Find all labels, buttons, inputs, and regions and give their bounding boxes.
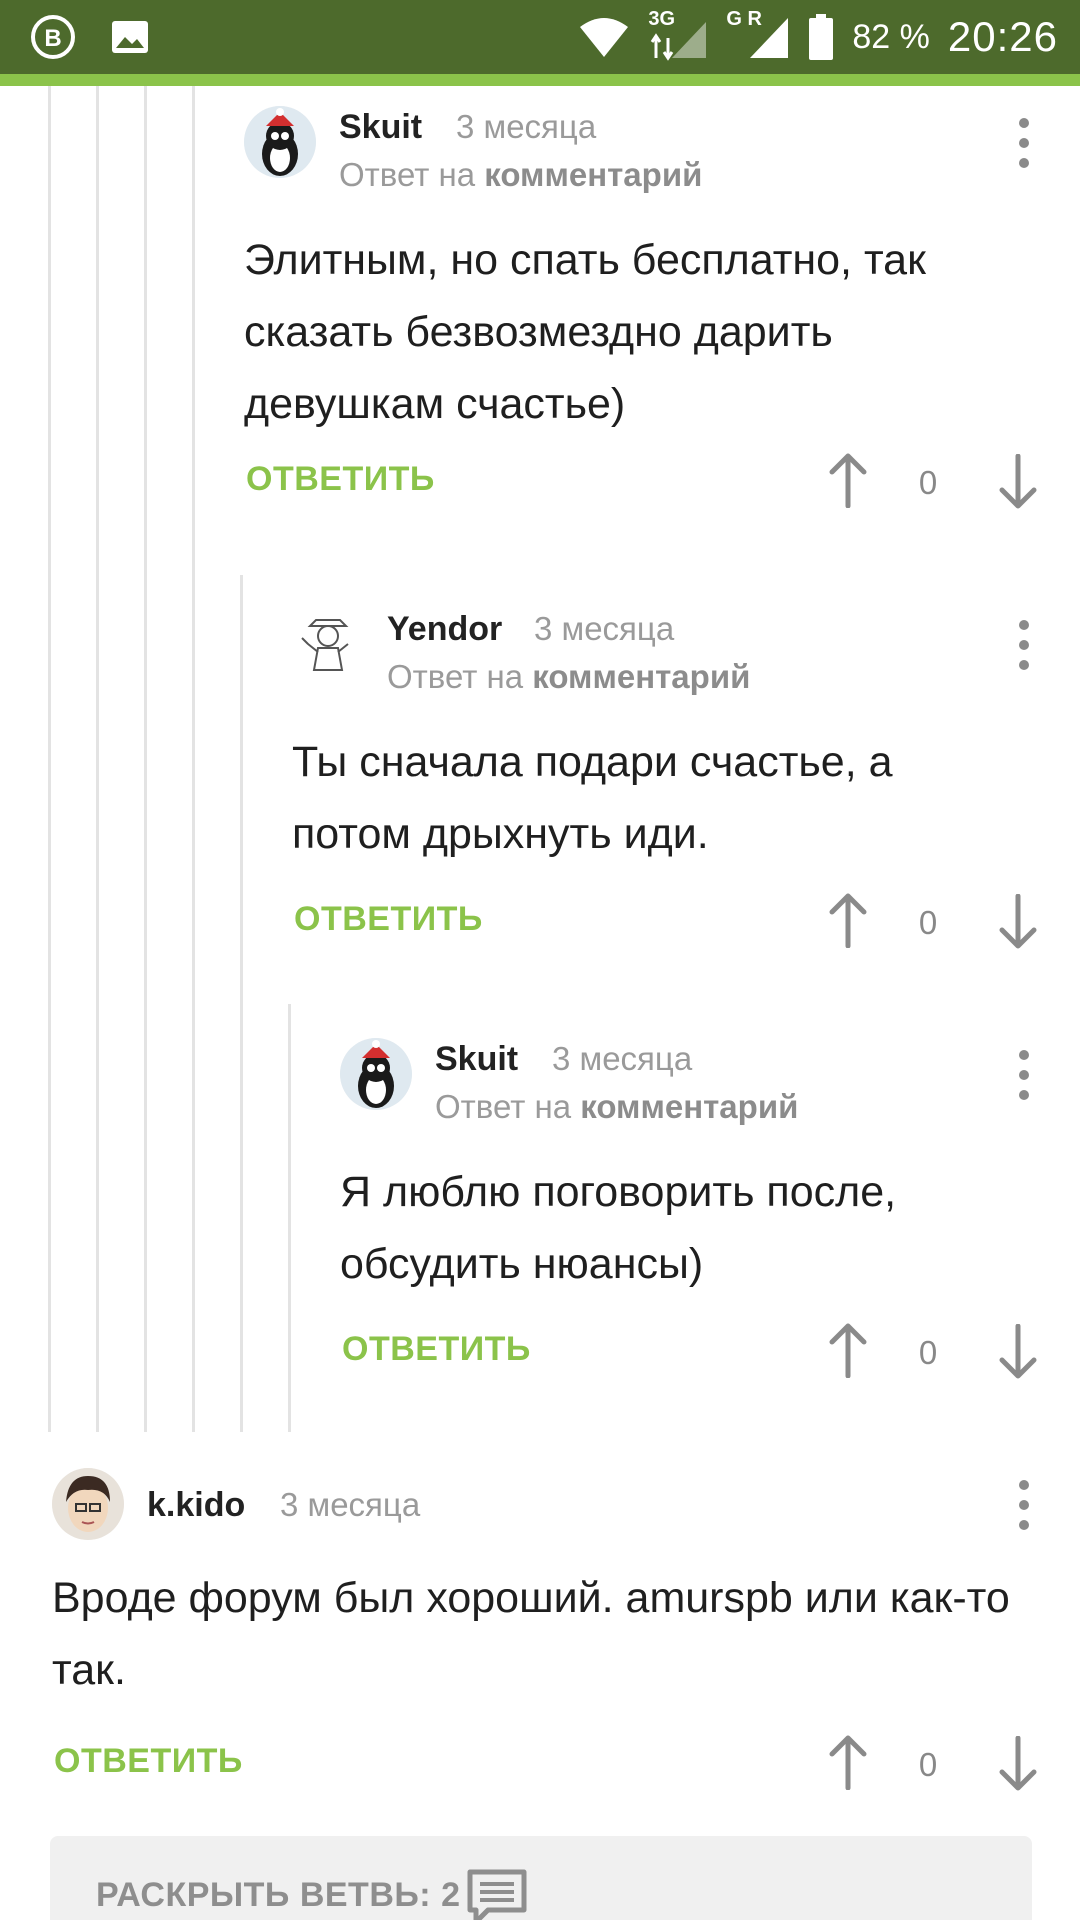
more-options-icon[interactable] [1004, 620, 1044, 670]
vote-score: 0 [918, 904, 938, 941]
comment-author[interactable]: Skuit [435, 1040, 518, 1079]
vk-notification-icon: B [31, 15, 75, 59]
comment-author[interactable]: Skuit [339, 108, 422, 147]
reply-to-line: Ответ на комментарий [387, 658, 750, 696]
comment: Yendor 3 месяца Ответ на комментарий Ты … [292, 608, 1040, 968]
battery-icon [809, 14, 834, 60]
comment: Skuit 3 месяца Ответ на комментарий Я лю… [340, 1038, 1040, 1398]
more-options-icon[interactable] [1004, 118, 1044, 168]
avatar[interactable] [340, 1038, 412, 1110]
thread-line [96, 86, 99, 1432]
expand-branch-label: РАСКРЫТЬ ВЕТВЬ: 2 [96, 1876, 461, 1914]
avatar[interactable] [52, 1468, 124, 1540]
thread-line [192, 86, 195, 1432]
comment-text: Вроде форум был хороший. amurspb или как… [52, 1574, 1010, 1694]
reply-to-line: Ответ на комментарий [435, 1088, 798, 1126]
more-options-icon[interactable] [1004, 1050, 1044, 1100]
comment-text: Элитным, но спать бесплатно, так сказать… [244, 236, 926, 428]
reply-to-link[interactable]: комментарий [532, 658, 750, 695]
wifi-icon [580, 18, 629, 57]
comment-actions: ОТВЕТИТЬ 0 [246, 448, 1040, 518]
reply-to-prefix: Ответ на [339, 156, 476, 193]
upvote-icon[interactable] [826, 452, 870, 508]
reply-to-prefix: Ответ на [435, 1088, 572, 1125]
signal-3g-icon: 3G [648, 8, 708, 62]
comment-actions: ОТВЕТИТЬ 0 [294, 888, 1040, 958]
clock: 20:26 [947, 13, 1058, 60]
comment-time: 3 месяца [552, 1040, 693, 1077]
comment: Skuit 3 месяца Ответ на комментарий Элит… [244, 106, 1040, 526]
thread-line [240, 575, 243, 1432]
more-options-icon[interactable] [1004, 1480, 1044, 1530]
upvote-icon[interactable] [826, 1734, 870, 1790]
avatar[interactable] [292, 608, 364, 680]
reply-to-link[interactable]: комментарий [580, 1088, 798, 1125]
image-notification-icon [112, 21, 148, 53]
signal-gr-icon: G R [726, 8, 790, 62]
vote-score: 0 [918, 464, 938, 501]
downvote-icon[interactable] [996, 1736, 1040, 1792]
downvote-icon[interactable] [996, 1324, 1040, 1380]
thread-line [288, 1004, 291, 1432]
reply-button[interactable]: ОТВЕТИТЬ [294, 900, 483, 939]
header-accent-strip [0, 74, 1080, 86]
reply-to-prefix: Ответ на [387, 658, 524, 695]
comment-time: 3 месяца [280, 1486, 421, 1523]
comment-time: 3 месяца [534, 610, 675, 647]
comment-actions: ОТВЕТИТЬ 0 [54, 1730, 1040, 1800]
comment-text: Ты сначала подари счастье, а потом дрыхн… [292, 738, 893, 858]
vote-score: 0 [918, 1334, 938, 1371]
comment-icon [467, 1869, 527, 1920]
svg-text:B: B [44, 25, 61, 52]
comment-time: 3 месяца [456, 108, 597, 145]
comment-author[interactable]: Yendor [387, 610, 502, 649]
reply-button[interactable]: ОТВЕТИТЬ [54, 1742, 243, 1781]
status-bar: B 3G G R 82 % 20:26 [0, 0, 1080, 74]
avatar[interactable] [244, 106, 316, 178]
comment-actions: ОТВЕТИТЬ 0 [342, 1318, 1040, 1388]
comment-text: Я люблю поговорить после, обсудить нюанс… [340, 1168, 897, 1288]
expand-branch-button[interactable]: РАСКРЫТЬ ВЕТВЬ: 2 [50, 1836, 1032, 1920]
comment: k.kido 3 месяца Вроде форум был хороший.… [52, 1468, 1040, 1808]
downvote-icon[interactable] [996, 454, 1040, 510]
vote-score: 0 [918, 1746, 938, 1783]
reply-button[interactable]: ОТВЕТИТЬ [246, 460, 435, 499]
upvote-icon[interactable] [826, 1322, 870, 1378]
upvote-icon[interactable] [826, 892, 870, 948]
reply-to-link[interactable]: комментарий [484, 156, 702, 193]
downvote-icon[interactable] [996, 894, 1040, 950]
reply-to-line: Ответ на комментарий [339, 156, 702, 194]
thread-line [144, 86, 147, 1432]
battery-percent: 82 % [852, 17, 930, 56]
thread-line [48, 86, 51, 1432]
comment-author[interactable]: k.kido [147, 1486, 245, 1525]
reply-button[interactable]: ОТВЕТИТЬ [342, 1330, 531, 1369]
